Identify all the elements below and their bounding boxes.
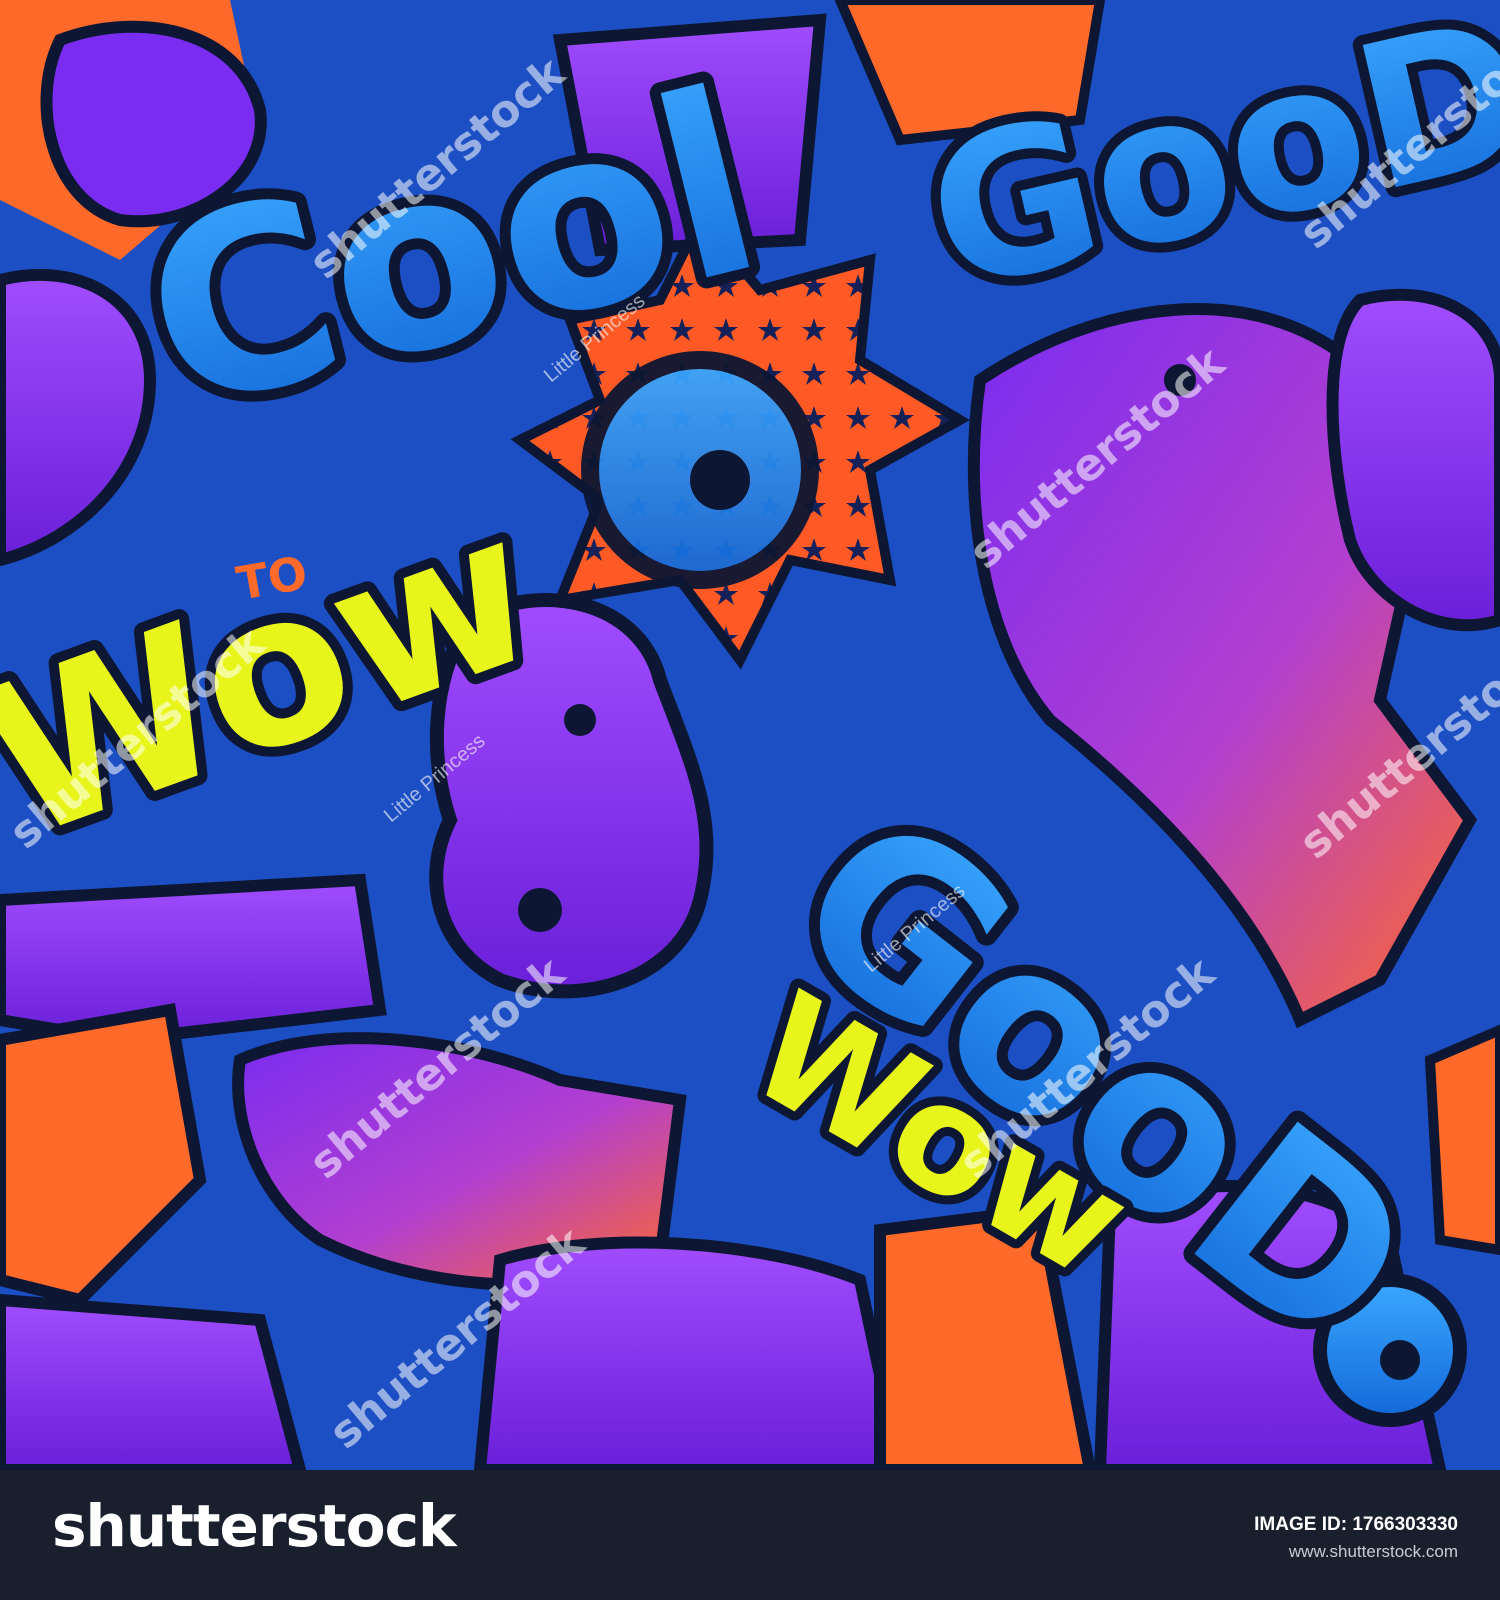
footer-bar: shutterstock IMAGE ID: 1766303330 www.sh…: [0, 1470, 1500, 1600]
site-url[interactable]: www.shutterstock.com: [1289, 1542, 1458, 1562]
shutterstock-logo[interactable]: shutterstock: [52, 1492, 457, 1560]
word-good-top-right: GooD: [908, 0, 1500, 337]
image-id: IMAGE ID: 1766303330: [1254, 1514, 1458, 1535]
graffiti-artwork: Cool GooD GooD Wow Wow TO shutterstock s…: [0, 0, 1500, 1470]
letter-hole: [690, 450, 750, 510]
word-wow-left: Wow: [0, 464, 566, 887]
graffiti-words: Cool GooD GooD Wow Wow TO: [0, 0, 1500, 1413]
